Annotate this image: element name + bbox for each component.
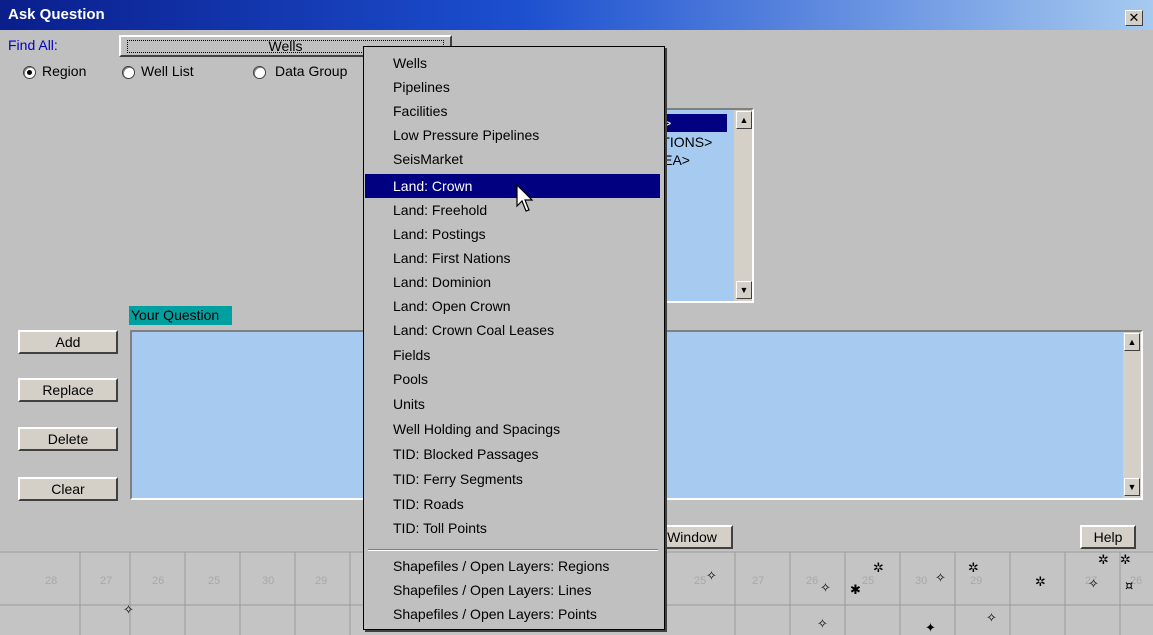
close-icon: ✕: [1128, 10, 1140, 25]
dropdown-option[interactable]: Shapefiles / Open Layers: Lines: [365, 578, 660, 602]
well-symbol-icon: ✲: [968, 561, 979, 576]
title-bar: [0, 0, 1153, 30]
map-section-label: 27: [100, 575, 112, 587]
map-section-label: 30: [262, 575, 274, 587]
map-section-label: 26: [806, 575, 818, 587]
window-title: Ask Question: [8, 6, 105, 23]
clear-button[interactable]: Clear: [18, 477, 118, 501]
map-section-label: 26: [152, 575, 164, 587]
dropdown-option[interactable]: Shapefiles / Open Layers: Points: [365, 602, 660, 626]
dropdown-option[interactable]: Shapefiles / Open Layers: Regions: [365, 554, 660, 578]
dropdown-option[interactable]: Pools: [365, 367, 660, 391]
map-section-label: 25: [862, 575, 874, 587]
map-section-label: 29: [970, 575, 982, 587]
dropdown-option[interactable]: Pipelines: [365, 75, 660, 99]
well-symbol-icon: ✲: [873, 561, 884, 576]
dropdown-option[interactable]: SeisMarket: [365, 147, 660, 171]
scroll-up-icon[interactable]: ▲: [736, 111, 752, 129]
well-symbol-icon: ✧: [706, 569, 717, 584]
well-symbol-icon: ✧: [820, 581, 831, 596]
well-symbol-icon: ¤: [1125, 579, 1133, 594]
well-symbol-icon: ✲: [1120, 553, 1131, 568]
find-all-label: Find All:: [8, 37, 58, 53]
add-button[interactable]: Add: [18, 330, 118, 354]
radio-region[interactable]: [23, 66, 36, 79]
delete-button[interactable]: Delete: [18, 427, 118, 451]
dropdown-option-highlighted[interactable]: Land: Crown: [365, 174, 660, 198]
data-type-dropdown-list[interactable]: Wells Pipelines Facilities Low Pressure …: [363, 46, 665, 630]
well-symbol-icon: ✱: [850, 583, 861, 598]
well-symbol-icon: ✲: [1098, 553, 1109, 568]
mouse-cursor-icon: [516, 184, 534, 212]
well-symbol-icon: ✧: [1088, 577, 1099, 592]
dropdown-option[interactable]: Land: Dominion: [365, 270, 660, 294]
question-scrollbar[interactable]: ▲ ▼: [1123, 332, 1141, 498]
dropdown-option[interactable]: Facilities: [365, 99, 660, 123]
dropdown-option[interactable]: Land: Crown Coal Leases: [365, 318, 660, 342]
listbox-scrollbar[interactable]: ▲ ▼: [734, 110, 752, 301]
replace-button[interactable]: Replace: [18, 378, 118, 402]
radio-well-list-label: Well List: [141, 63, 194, 79]
well-symbol-icon: ✧: [935, 571, 946, 586]
radio-well-list[interactable]: [122, 66, 135, 79]
help-button[interactable]: Help: [1080, 525, 1136, 549]
dropdown-option[interactable]: Low Pressure Pipelines: [365, 123, 660, 147]
dropdown-option[interactable]: Land: Freehold: [365, 198, 660, 222]
dropdown-option[interactable]: Land: First Nations: [365, 246, 660, 270]
well-symbol-icon: ✧: [123, 603, 134, 618]
dropdown-option[interactable]: Fields: [365, 343, 660, 367]
close-button[interactable]: ✕: [1125, 10, 1143, 26]
map-section-label: 30: [915, 575, 927, 587]
dropdown-option[interactable]: TID: Toll Points: [365, 516, 660, 540]
dropdown-option[interactable]: Units: [365, 392, 660, 416]
map-section-label: 25: [208, 575, 220, 587]
dropdown-option[interactable]: Land: Open Crown: [365, 294, 660, 318]
dropdown-option[interactable]: Land: Postings: [365, 222, 660, 246]
dropdown-separator: [368, 549, 658, 551]
well-symbol-icon: ✲: [1035, 575, 1046, 590]
radio-region-label: Region: [42, 63, 87, 79]
well-symbol-icon: ✧: [986, 611, 997, 626]
scroll-up-icon[interactable]: ▲: [1124, 333, 1140, 351]
well-symbol-icon: ✦: [925, 621, 936, 635]
dropdown-option[interactable]: TID: Blocked Passages: [365, 442, 660, 466]
map-section-label: 29: [315, 575, 327, 587]
scroll-down-icon[interactable]: ▼: [736, 281, 752, 299]
map-section-label: 27: [752, 575, 764, 587]
radio-dot: [27, 70, 32, 75]
scroll-down-icon[interactable]: ▼: [1124, 478, 1140, 496]
well-symbol-icon: ✧: [817, 617, 828, 632]
radio-data-group[interactable]: [253, 66, 266, 79]
dropdown-option[interactable]: Well Holding and Spacings: [365, 417, 660, 441]
radio-data-group-label: Data Group: [275, 63, 348, 79]
map-section-label: 25: [694, 575, 706, 587]
dropdown-option[interactable]: Wells: [365, 51, 660, 75]
dropdown-option[interactable]: TID: Roads: [365, 492, 660, 516]
map-section-label: 28: [45, 575, 57, 587]
your-question-label: Your Question: [129, 306, 232, 325]
dropdown-option[interactable]: TID: Ferry Segments: [365, 467, 660, 491]
